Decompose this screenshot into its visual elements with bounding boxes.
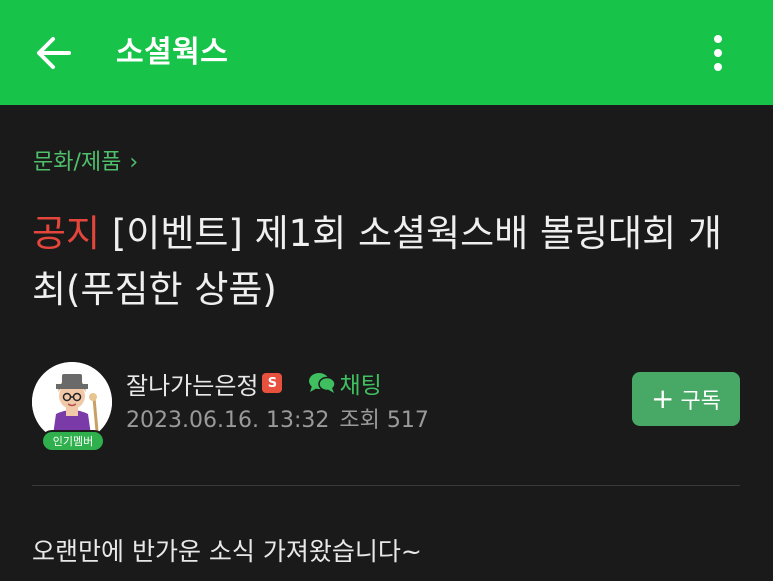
popular-member-badge: 인기멤버 [41, 430, 105, 452]
post-title: 공지 [이벤트] 제1회 소셜웍스배 볼링대회 개최(푸짐한 상품) [32, 206, 732, 318]
author-row: 잘나가는은정 S 채팅 [126, 366, 382, 400]
chevron-right-icon: › [129, 150, 139, 175]
app-title: 소셜웍스 [116, 35, 229, 70]
more-vertical-icon [714, 35, 722, 71]
chat-label: 채팅 [339, 373, 382, 399]
content-first-line: 오랜만에 반가운 소식 가져왔습니다~ [32, 537, 422, 566]
divider [32, 485, 740, 486]
chat-button[interactable]: 채팅 [308, 366, 382, 400]
author-avatar[interactable]: 인기멤버 [32, 362, 114, 452]
breadcrumb[interactable]: 문화/제품 › [33, 146, 138, 180]
view-count: 조회 517 [339, 408, 429, 433]
post-date: 2023.06.16. 13:32 [126, 408, 330, 433]
breadcrumb-label: 문화/제품 [33, 150, 122, 175]
staff-badge: S [262, 373, 283, 393]
more-options-button[interactable] [698, 28, 738, 78]
post-title-text: [이벤트] 제1회 소셜웍스배 볼링대회 개최(푸짐한 상품) [32, 212, 722, 311]
app-bar: 소셜웍스 [0, 0, 773, 105]
post-content: 오랜만에 반가운 소식 가져왔습니다~ [32, 532, 422, 572]
subscribe-label: 구독 [680, 389, 721, 414]
author-name[interactable]: 잘나가는은정 [126, 366, 258, 401]
subscribe-button[interactable]: + 구독 [632, 372, 740, 426]
plus-icon: + [651, 382, 675, 415]
post-meta: 2023.06.16. 13:32 조회 517 [126, 405, 429, 437]
arrow-left-icon [37, 37, 71, 69]
notice-label: 공지 [32, 212, 101, 255]
chat-bubbles-icon [309, 373, 337, 393]
back-button[interactable] [28, 28, 78, 78]
